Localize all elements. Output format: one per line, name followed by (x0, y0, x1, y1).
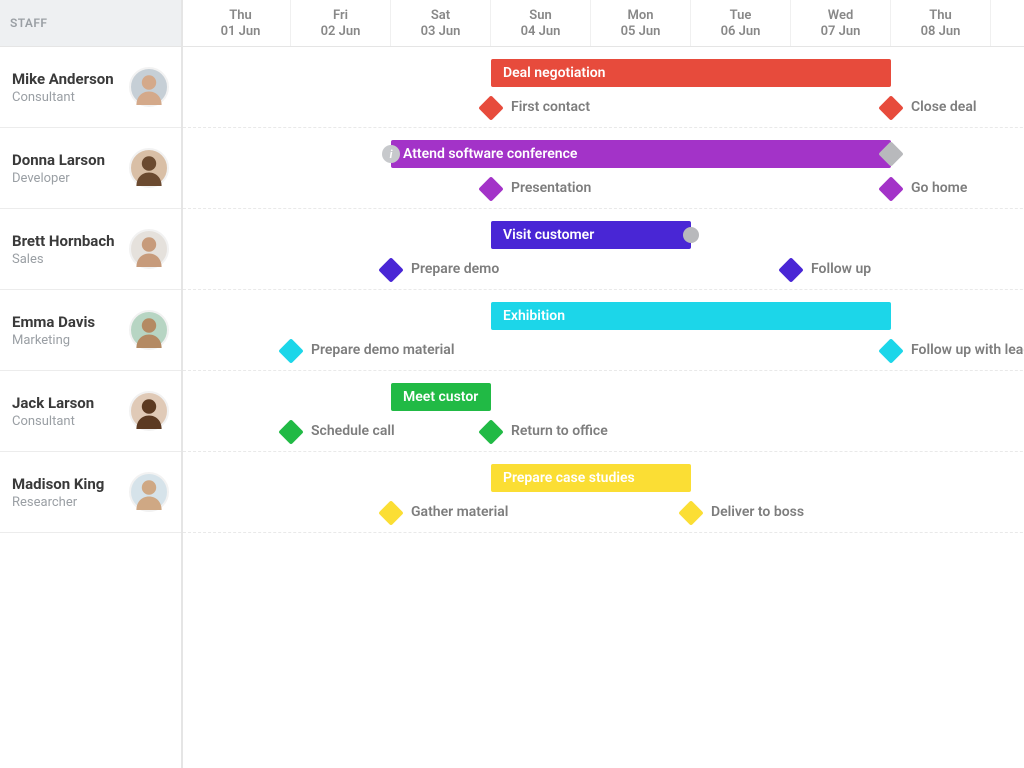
staff-text: Donna Larson Developer (12, 151, 105, 186)
drag-handle-icon[interactable] (683, 227, 699, 243)
milestone-label: Prepare demo (411, 261, 499, 277)
app-root: STAFF Mike Anderson Consultant Donna Larso… (0, 0, 1024, 768)
staff-text: Brett Hornbach Sales (12, 232, 115, 267)
day-header-cell[interactable]: Thu01 Jun (191, 0, 291, 46)
day-header-cell[interactable]: Sun04 Jun (491, 0, 591, 46)
day-date: 04 Jun (521, 24, 561, 39)
timeline-row[interactable] (183, 371, 1024, 452)
timeline[interactable]: Thu01 JunFri02 JunSat03 JunSun04 JunMon0… (183, 0, 1024, 768)
staff-role: Developer (12, 171, 105, 186)
day-of-week: Sat (431, 8, 450, 23)
staff-row[interactable]: Donna Larson Developer (0, 128, 181, 209)
milestone-label: Schedule call (311, 423, 395, 439)
day-header-cell[interactable]: Sat03 Jun (391, 0, 491, 46)
staff-name: Mike Anderson (12, 70, 114, 88)
day-date: 01 Jun (221, 24, 261, 39)
day-of-week: Fri (333, 8, 348, 23)
milestone-label: Presentation (511, 180, 591, 196)
day-of-week: Wed (828, 8, 854, 23)
milestone-label: Go home (911, 180, 967, 196)
day-date: 07 Jun (821, 24, 861, 39)
staff-role: Consultant (12, 90, 114, 105)
staff-row[interactable]: Jack Larson Consultant (0, 371, 181, 452)
sidebar-title: STAFF (10, 16, 47, 30)
staff-row[interactable]: Emma Davis Marketing (0, 290, 181, 371)
day-date: 06 Jun (721, 24, 761, 39)
day-header-cell[interactable]: 0 (991, 0, 1024, 46)
day-date: 05 Jun (621, 24, 661, 39)
staff-text: Emma Davis Marketing (12, 313, 95, 348)
avatar (129, 310, 169, 350)
avatar (129, 472, 169, 512)
sidebar-header: STAFF (0, 0, 181, 47)
staff-text: Mike Anderson Consultant (12, 70, 114, 105)
milestone-label: Deliver to boss (711, 504, 804, 520)
avatar (129, 148, 169, 188)
avatar (129, 67, 169, 107)
milestone-label: Gather material (411, 504, 508, 520)
staff-row[interactable]: Madison King Researcher (0, 452, 181, 533)
staff-list: Mike Anderson Consultant Donna Larson Devel… (0, 47, 181, 533)
staff-row[interactable]: Mike Anderson Consultant (0, 47, 181, 128)
staff-role: Researcher (12, 495, 104, 510)
task-bar[interactable]: Attend software conference (391, 140, 891, 168)
day-header: Thu01 JunFri02 JunSat03 JunSun04 JunMon0… (183, 0, 1024, 47)
avatar (129, 391, 169, 431)
avatar (129, 229, 169, 269)
day-of-week: Mon (628, 8, 654, 23)
day-date: 08 Jun (921, 24, 961, 39)
staff-role: Sales (12, 252, 115, 267)
day-header-cell[interactable]: Mon05 Jun (591, 0, 691, 46)
staff-name: Brett Hornbach (12, 232, 115, 250)
day-date: 03 Jun (421, 24, 461, 39)
day-header-cell[interactable]: Wed07 Jun (791, 0, 891, 46)
day-of-week: Tue (730, 8, 752, 23)
day-date: 02 Jun (321, 24, 361, 39)
day-of-week: Thu (229, 8, 252, 23)
staff-row[interactable]: Brett Hornbach Sales (0, 209, 181, 290)
staff-sidebar: STAFF Mike Anderson Consultant Donna Larso… (0, 0, 183, 768)
staff-text: Jack Larson Consultant (12, 394, 94, 429)
staff-role: Marketing (12, 333, 95, 348)
milestone-label: Return to office (511, 423, 608, 439)
task-bar[interactable]: Exhibition (491, 302, 891, 330)
milestone-label: Follow up (811, 261, 871, 277)
staff-role: Consultant (12, 414, 94, 429)
day-header-cell[interactable]: Thu08 Jun (891, 0, 991, 46)
staff-name: Jack Larson (12, 394, 94, 412)
day-header-cell[interactable]: Tue06 Jun (691, 0, 791, 46)
milestone-label: Follow up with leads (911, 342, 1024, 358)
milestone-label: Prepare demo material (311, 342, 454, 358)
day-of-week: Sun (529, 8, 551, 23)
info-icon[interactable]: i (382, 145, 400, 163)
task-bar[interactable]: Deal negotiation (491, 59, 891, 87)
staff-name: Donna Larson (12, 151, 105, 169)
staff-name: Emma Davis (12, 313, 95, 331)
staff-text: Madison King Researcher (12, 475, 104, 510)
staff-name: Madison King (12, 475, 104, 493)
day-header-cell[interactable]: Fri02 Jun (291, 0, 391, 46)
milestone-label: Close deal (911, 99, 977, 115)
task-bar[interactable]: Visit customer (491, 221, 691, 249)
task-bar[interactable]: Prepare case studies (491, 464, 691, 492)
day-of-week: Thu (929, 8, 952, 23)
task-bar[interactable]: Meet custor (391, 383, 491, 411)
milestone-label: First contact (511, 99, 590, 115)
timeline-lanes[interactable]: Deal negotiation First contact Close deal A… (183, 47, 1024, 768)
